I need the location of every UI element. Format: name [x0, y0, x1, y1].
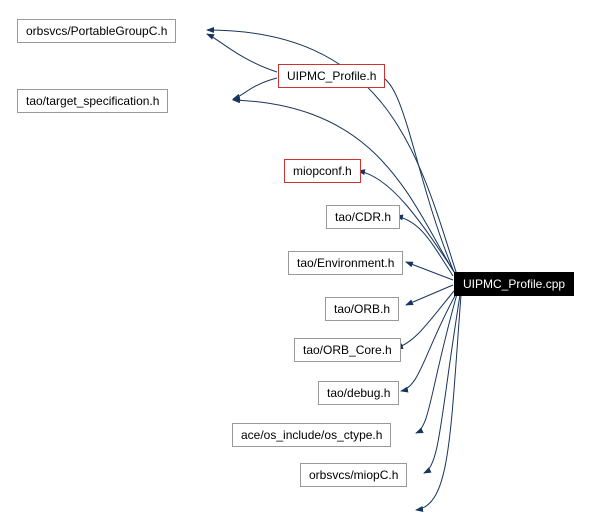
include-label: miopconf.h	[293, 164, 352, 178]
include-node-portable-group: orbsvcs/PortableGroupC.h	[17, 19, 176, 43]
include-node-orb-core: tao/ORB_Core.h	[294, 338, 401, 362]
include-node-environment: tao/Environment.h	[288, 251, 403, 275]
include-label: tao/ORB_Core.h	[303, 343, 392, 357]
include-node-miopconf: miopconf.h	[284, 159, 361, 183]
include-node-os-ctype: ace/os_include/os_ctype.h	[232, 423, 391, 447]
include-node-cdr: tao/CDR.h	[326, 205, 400, 229]
include-node-uipmc-profile-h: UIPMC_Profile.h	[278, 64, 385, 88]
source-file-node: UIPMC_Profile.cpp	[454, 272, 574, 296]
include-label: orbsvcs/PortableGroupC.h	[26, 24, 167, 38]
include-label: ace/os_include/os_ctype.h	[241, 428, 382, 442]
include-node-miopc: orbsvcs/miopC.h	[300, 463, 407, 487]
include-node-target-spec: tao/target_specification.h	[17, 89, 168, 113]
include-node-orb: tao/ORB.h	[325, 297, 399, 321]
include-label: tao/ORB.h	[334, 302, 390, 316]
include-label: UIPMC_Profile.h	[287, 69, 376, 83]
include-label: orbsvcs/miopC.h	[309, 468, 398, 482]
source-file-label: UIPMC_Profile.cpp	[463, 277, 565, 291]
include-label: tao/CDR.h	[335, 210, 391, 224]
include-label: tao/debug.h	[327, 386, 390, 400]
include-label: tao/Environment.h	[297, 256, 394, 270]
include-label: tao/target_specification.h	[26, 94, 159, 108]
include-node-debug: tao/debug.h	[318, 381, 399, 405]
